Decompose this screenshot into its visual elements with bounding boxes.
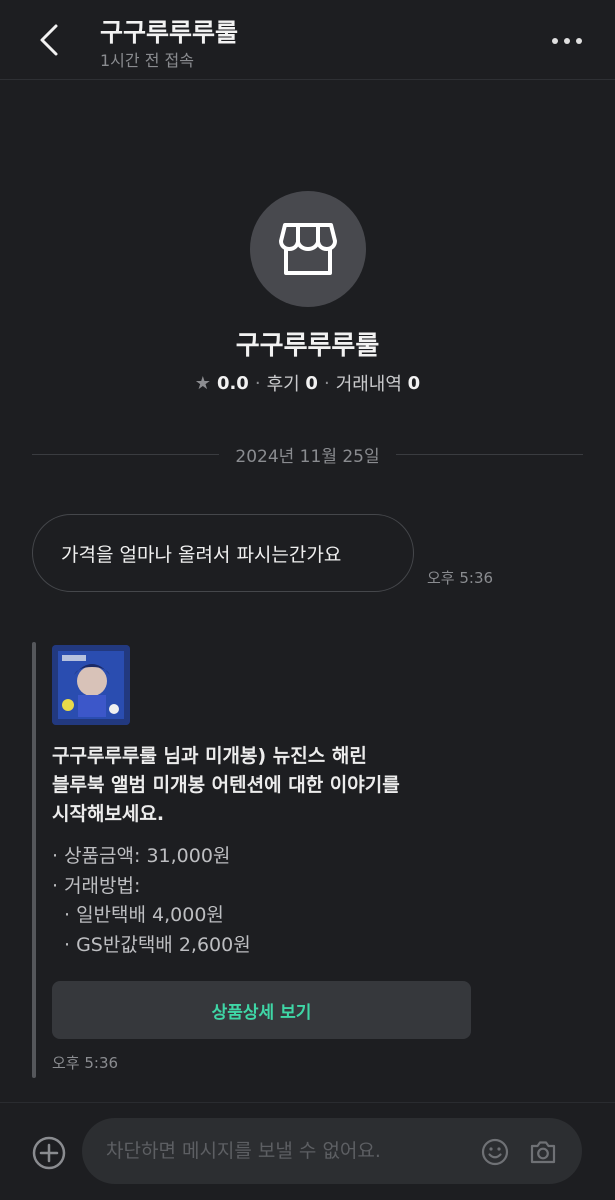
seller-avatar[interactable] bbox=[250, 191, 366, 307]
product-price: · 상품금액: 31,000원 bbox=[52, 845, 231, 867]
rating-value: 0.0 bbox=[216, 372, 249, 394]
chat-title: 구구루루루룰 bbox=[100, 18, 239, 47]
divider-line bbox=[32, 453, 220, 455]
camera-icon bbox=[530, 1141, 556, 1164]
chevron-left-icon bbox=[40, 24, 58, 56]
seller-name: 구구루루루룰 bbox=[235, 331, 380, 361]
emoji-button[interactable] bbox=[480, 1137, 510, 1167]
more-horizontal-icon bbox=[552, 38, 582, 44]
message-bubble[interactable]: 가격을 얼마나 올려서 파시는간가요 bbox=[32, 514, 414, 592]
card-time: 오후 5:36 bbox=[52, 1054, 119, 1072]
seller-stats: ★ 0.0 · 후기 0 · 거래내역 0 bbox=[0, 370, 615, 396]
chat-date: 2024년 11월 25일 bbox=[235, 446, 380, 467]
message-input[interactable] bbox=[106, 1118, 466, 1184]
plus-circle-icon bbox=[32, 1136, 66, 1170]
last-seen-status: 1시간 전 접속 bbox=[100, 51, 194, 70]
card-accent-bar bbox=[32, 642, 36, 1078]
smile-icon bbox=[481, 1138, 509, 1166]
trade-method-label: · 거래방법: bbox=[52, 875, 141, 897]
card-title: 구구루루루룰 님과 미개봉) 뉴진스 해린 블루북 앨범 미개봉 어텐션에 대한… bbox=[52, 742, 472, 829]
card-title-line: 블루북 앨범 미개봉 어텐션에 대한 이야기를 bbox=[52, 774, 400, 796]
separator-dot: · bbox=[323, 372, 330, 394]
separator-dot: · bbox=[254, 372, 261, 394]
divider-line bbox=[395, 453, 584, 455]
product-detail-button[interactable]: 상품상세 보기 bbox=[52, 981, 471, 1039]
trades-label: 거래내역 bbox=[335, 374, 402, 395]
shipping-option: · GS반값택배 2,600원 bbox=[64, 934, 251, 956]
star-icon: ★ bbox=[194, 372, 211, 394]
back-button[interactable] bbox=[30, 18, 70, 62]
card-title-line: 구구루루루룰 님과 미개봉) 뉴진스 해린 bbox=[52, 745, 367, 767]
shipping-option: · 일반택배 4,000원 bbox=[64, 904, 224, 926]
chat-header: 구구루루루룰 1시간 전 접속 bbox=[0, 0, 615, 80]
more-options-button[interactable] bbox=[546, 24, 588, 58]
attach-button[interactable] bbox=[31, 1135, 67, 1171]
product-thumbnail[interactable] bbox=[52, 645, 130, 725]
product-image bbox=[52, 645, 130, 725]
card-title-line: 시작해보세요. bbox=[52, 803, 165, 825]
camera-button[interactable] bbox=[528, 1137, 558, 1167]
date-divider: 2024년 11월 25일 bbox=[32, 442, 584, 467]
reviews-label: 후기 bbox=[266, 374, 300, 395]
trades-count: 0 bbox=[407, 372, 421, 394]
message-time: 오후 5:36 bbox=[427, 569, 494, 587]
reviews-count: 0 bbox=[305, 372, 318, 394]
chat-screen: 구구루루루룰 1시간 전 접속 구구루루루룰 ★ 0.0 · 후기 0 · 거래… bbox=[0, 0, 615, 1200]
store-icon bbox=[279, 223, 337, 275]
